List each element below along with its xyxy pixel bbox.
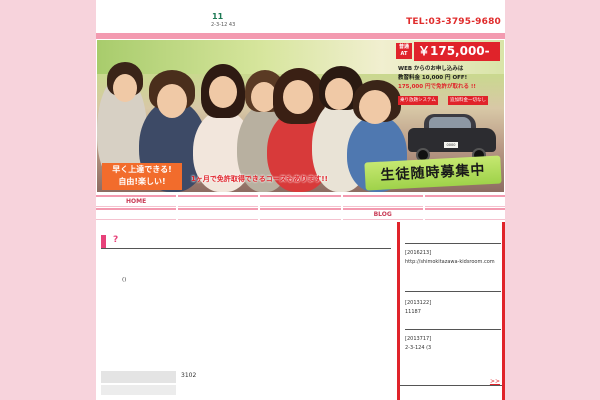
nav-row-1: HOME <box>96 195 506 207</box>
news-text[interactable]: 11187 <box>405 309 501 316</box>
sidebar-divider <box>400 385 502 386</box>
nav-item[interactable] <box>342 195 423 207</box>
news-item[interactable]: [2013122] 11187 <box>405 300 501 330</box>
feature-chip-unlimited: 乗り放題システム <box>398 96 438 105</box>
sidebar-panel: [2016213] http://shimokitazawa-kidsroom.… <box>400 222 502 400</box>
nav-item[interactable] <box>178 208 259 220</box>
hero-banner: 普通AT ￥175,000- WEB からのお申し込みは 教習料金 10,000… <box>97 40 504 192</box>
news-text[interactable]: 2-3-124 (3 <box>405 345 501 352</box>
promo-line-3: 175,000 円で免許が取れる !! <box>398 84 476 90</box>
site-address: 2-3-12 43 <box>211 22 236 28</box>
promo-bubble: 早く上達できる! 自由!楽しい! <box>102 163 182 190</box>
nav-item[interactable] <box>178 195 259 207</box>
more-link[interactable]: >> <box>490 378 500 385</box>
nav-item[interactable] <box>260 195 341 207</box>
page-container: 11 2-3-12 43 TEL:03-3795-9680 普通AT ￥175,… <box>96 0 506 400</box>
nav-item[interactable] <box>96 208 177 220</box>
nav-row-2: BLOG <box>96 208 506 220</box>
nav-home[interactable]: HOME <box>96 195 177 207</box>
news-date: [2013717] <box>405 336 432 342</box>
news-date: [2016213] <box>405 250 432 256</box>
sidebar-divider <box>405 226 501 244</box>
image-placeholder <box>101 371 176 383</box>
recruit-banner: 生徒随時募集中 <box>364 155 502 191</box>
bubble-line-1: 早く上達できる! <box>112 165 172 174</box>
promo-line-1: WEB からのお申し込みは <box>398 66 464 72</box>
site-title[interactable]: 11 <box>212 12 223 21</box>
promo-line-2: 教習料金 10,000 円 OFF! <box>398 75 468 81</box>
news-item[interactable]: [2013717] 2-3-124 (3 <box>405 336 501 368</box>
car-illustration: 0000 <box>406 110 498 162</box>
nav-blog[interactable]: BLOG <box>342 208 423 220</box>
header-divider <box>96 33 505 39</box>
post-body: () <box>122 277 127 283</box>
news-text[interactable]: http://shimokitazawa-kidsroom.com <box>405 259 501 266</box>
main-navigation: HOME BLOG <box>96 195 506 221</box>
image-placeholder <box>101 385 176 395</box>
sidebar: [2016213] http://shimokitazawa-kidsroom.… <box>397 222 505 400</box>
promo-price: ￥175,000- <box>414 42 500 61</box>
site-header: 11 2-3-12 43 TEL:03-3795-9680 <box>96 0 505 33</box>
nav-item[interactable] <box>260 208 341 220</box>
heading-marker <box>101 235 106 248</box>
post-heading: ? <box>101 235 391 249</box>
license-plate: 0000 <box>444 142 458 148</box>
item-label: 3102 <box>181 372 197 379</box>
post-title[interactable]: ? <box>113 235 118 245</box>
transmission-tag: 普通AT <box>396 43 412 59</box>
news-date: [2013122] <box>405 300 432 306</box>
course-caption: 1ヶ月で免許取得できるコースもあります!! <box>191 175 328 183</box>
feature-chip-no-extra: 追加料金一切なし <box>448 96 488 105</box>
bubble-line-2: 自由!楽しい! <box>118 177 166 186</box>
nav-item[interactable] <box>424 195 506 207</box>
news-item[interactable]: [2016213] http://shimokitazawa-kidsroom.… <box>405 250 501 292</box>
main-content: ? () 3102 <box>101 225 393 400</box>
phone-number: TEL:03-3795-9680 <box>406 17 501 27</box>
nav-item[interactable] <box>424 208 506 220</box>
